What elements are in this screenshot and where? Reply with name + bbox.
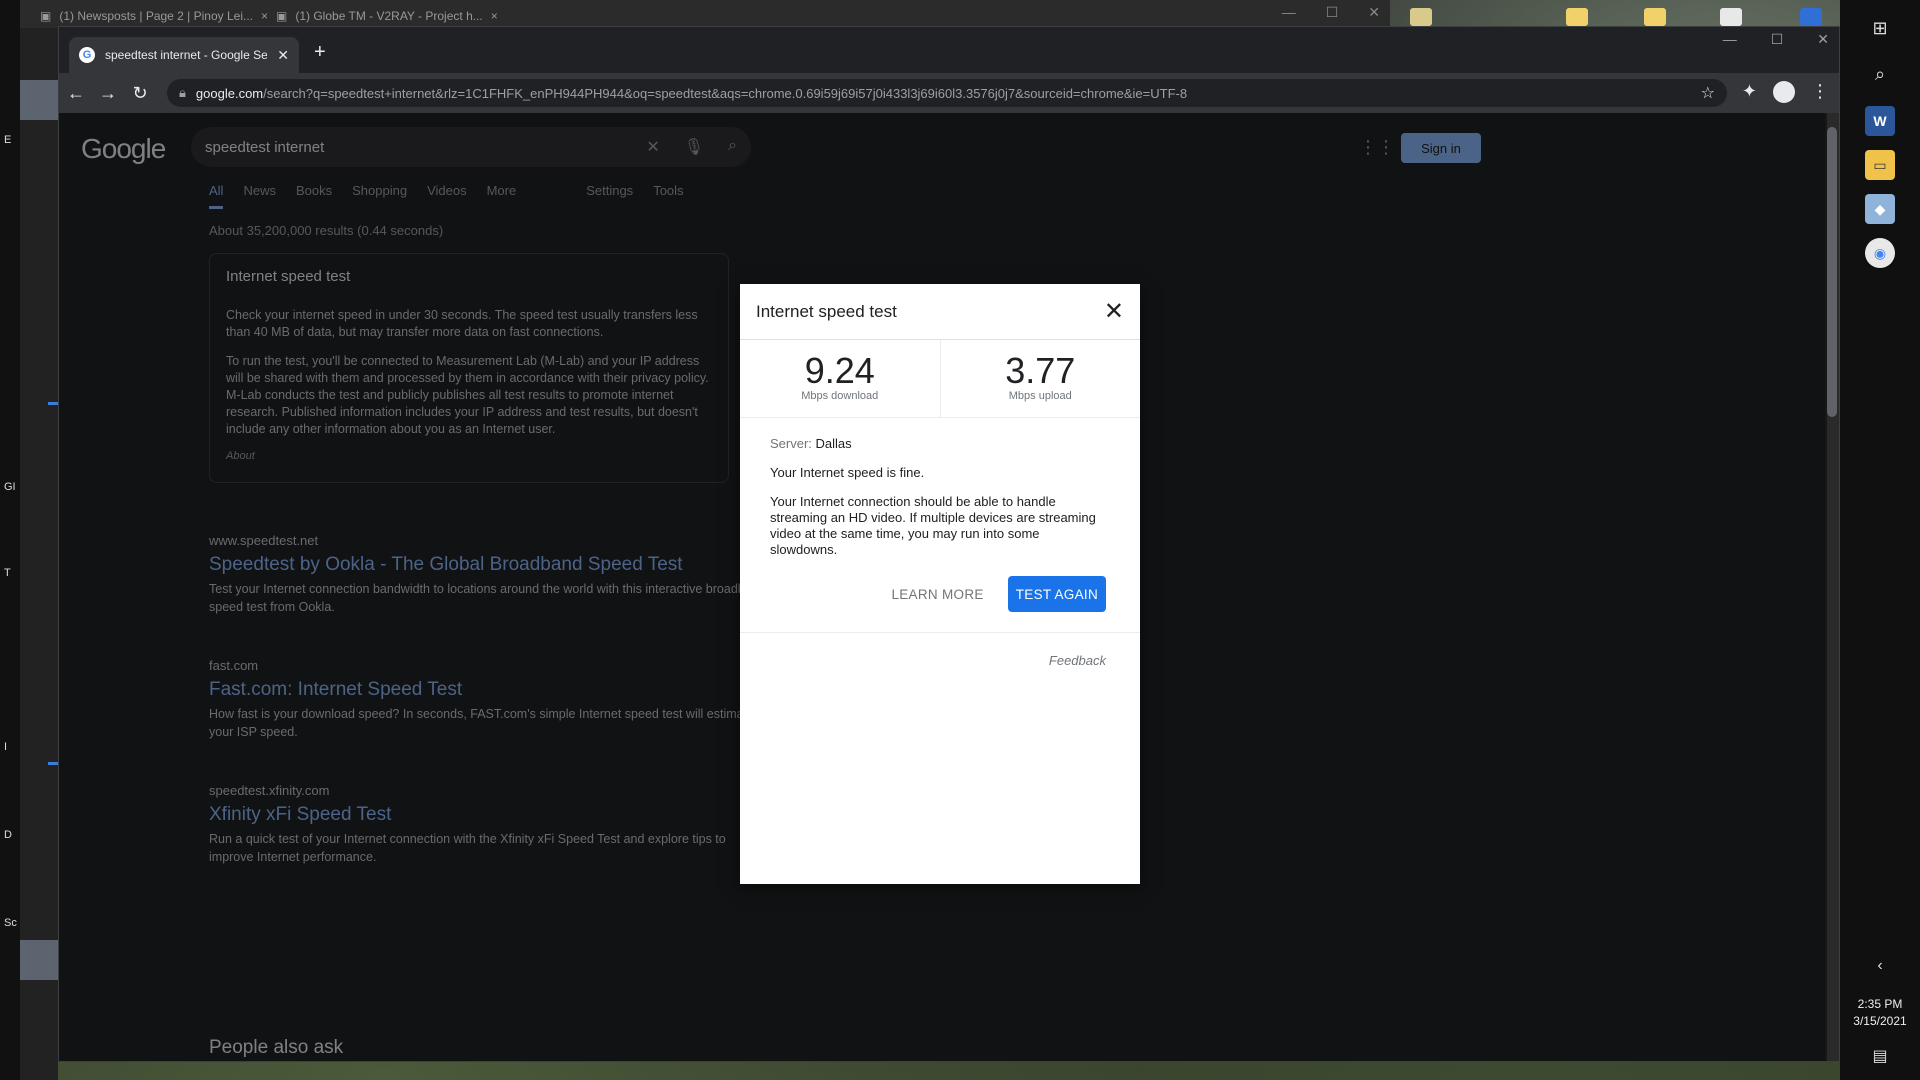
- desktop-file-icon[interactable]: [1720, 8, 1742, 26]
- tab-favicon-icon: ▣: [40, 9, 52, 23]
- profile-avatar-icon[interactable]: [1773, 81, 1795, 103]
- extensions-icon[interactable]: ✦: [1742, 81, 1757, 103]
- upload-unit: Mbps upload: [1008, 390, 1072, 402]
- background-indicator: [48, 762, 58, 765]
- upload-value: 3.77: [1005, 350, 1076, 391]
- close-icon[interactable]: ✕: [1104, 299, 1124, 324]
- desktop-folder-icon[interactable]: [1410, 8, 1432, 26]
- test-again-button[interactable]: TEST AGAIN: [1007, 576, 1106, 612]
- maximize-icon[interactable]: ☐: [1771, 31, 1784, 48]
- search-icon[interactable]: ⌕: [1862, 56, 1898, 92]
- dialog-title: Internet speed test: [756, 301, 897, 321]
- page-scrollbar[interactable]: [1825, 113, 1839, 1061]
- desktop-label: E: [4, 134, 12, 146]
- background-tab-title: (1) Newsposts | Page 2 | Pinoy Lei...: [59, 9, 254, 23]
- background-window-panel: [20, 940, 58, 980]
- maximize-icon[interactable]: ☐: [1326, 4, 1339, 21]
- background-tab[interactable]: ▣ (1) Newsposts | Page 2 | Pinoy Lei... …: [40, 6, 268, 26]
- server-label: Server:: [770, 436, 812, 451]
- close-icon[interactable]: ✕: [277, 47, 289, 64]
- desktop-folder-icon[interactable]: [1644, 8, 1666, 26]
- desktop-folder-icon[interactable]: [1566, 8, 1588, 26]
- desktop-label: GI: [4, 481, 16, 493]
- background-window-controls: — ☐ ✕: [1282, 4, 1380, 21]
- desktop-label: Sc: [4, 917, 17, 929]
- server-name: Dallas: [815, 436, 852, 451]
- toolbar-actions: ✦ ⋮: [1742, 81, 1829, 103]
- url-path: /search?q=speedtest+internet&rlz=1C1FHFK…: [263, 85, 1188, 101]
- tab-favicon-icon: ▣: [276, 9, 288, 23]
- desktop-folder-icon[interactable]: [1800, 8, 1822, 26]
- server-info: Server: Dallas: [770, 436, 1110, 451]
- upload-metric: 3.77 Mbps upload: [939, 340, 1141, 417]
- desktop-label: D: [4, 829, 12, 841]
- back-icon[interactable]: ←: [61, 83, 91, 104]
- file-explorer-icon[interactable]: ▭: [1865, 150, 1895, 180]
- close-icon[interactable]: ×: [261, 9, 268, 23]
- scrollbar-thumb[interactable]: [1827, 127, 1837, 417]
- menu-kebab-icon[interactable]: ⋮: [1811, 81, 1829, 103]
- reload-icon[interactable]: ↻: [125, 83, 155, 104]
- background-tab-title: (1) Globe TM - V2RAY - Project h...: [295, 9, 483, 23]
- dialog-body: Server: Dallas Your Internet speed is fi…: [740, 418, 1140, 558]
- background-browser-window[interactable]: ▣ (1) Newsposts | Page 2 | Pinoy Lei... …: [20, 0, 1390, 28]
- forward-icon[interactable]: →: [93, 83, 123, 104]
- clock-date: 3/15/2021: [1853, 1014, 1907, 1028]
- close-icon[interactable]: ✕: [1817, 31, 1829, 48]
- windows-start-icon[interactable]: ⊞: [1862, 10, 1898, 46]
- download-unit: Mbps download: [801, 390, 879, 402]
- clock-time: 2:35 PM: [1857, 997, 1903, 1011]
- app-icon[interactable]: ◆: [1865, 194, 1895, 224]
- browser-tab-active[interactable]: G speedtest internet - Google Search ✕: [69, 37, 299, 73]
- minimize-icon[interactable]: —: [1723, 31, 1737, 48]
- new-tab-icon[interactable]: +: [314, 41, 326, 64]
- background-indicator: [48, 402, 58, 405]
- notification-icon[interactable]: ▤: [1872, 1046, 1887, 1066]
- address-bar[interactable]: 🔒︎ google.com/search?q=speedtest+interne…: [167, 79, 1727, 107]
- speed-verdict: Your Internet speed is fine.: [770, 465, 925, 480]
- tab-strip: G speedtest internet - Google Search ✕ +…: [59, 27, 1839, 73]
- background-window-body: [20, 28, 58, 1080]
- desktop-label: T: [4, 567, 11, 579]
- tab-title: speedtest internet - Google Search: [105, 48, 268, 62]
- dialog-actions: LEARN MORE TEST AGAIN: [740, 558, 1140, 612]
- windows-taskbar: ⊞ ⌕ W ▭ ◆ ◉ ‹ 2:35 PM 3/15/2021 ▤: [1840, 0, 1920, 1080]
- bookmark-star-icon[interactable]: ☆: [1701, 83, 1715, 103]
- minimize-icon[interactable]: —: [1282, 4, 1296, 21]
- speed-details: Your Internet connection should be able …: [770, 494, 1096, 557]
- feedback-link[interactable]: Feedback: [740, 633, 1140, 668]
- chevron-left-icon[interactable]: ‹: [1877, 957, 1882, 975]
- learn-more-button[interactable]: LEARN MORE: [891, 587, 983, 602]
- chrome-app-icon[interactable]: ◉: [1865, 238, 1895, 268]
- taskbar-clock[interactable]: 2:35 PM 3/15/2021: [1840, 996, 1920, 1030]
- download-metric: 9.24 Mbps download: [740, 340, 940, 417]
- desktop-left-edge: E GI T I D Sc: [0, 0, 20, 1080]
- background-window-panel: [20, 80, 58, 120]
- background-tab[interactable]: ▣ (1) Globe TM - V2RAY - Project h... ×: [276, 6, 498, 26]
- speed-test-dialog: Internet speed test ✕ 9.24 Mbps download…: [740, 284, 1140, 884]
- speed-metrics: 9.24 Mbps download 3.77 Mbps upload: [740, 340, 1140, 418]
- google-favicon-icon: G: [79, 47, 95, 63]
- close-icon[interactable]: ×: [491, 9, 498, 23]
- dialog-header: Internet speed test ✕: [740, 284, 1140, 340]
- close-icon[interactable]: ✕: [1368, 4, 1380, 21]
- url-host: google.com: [195, 85, 264, 101]
- download-value: 9.24: [804, 350, 875, 391]
- window-controls: — ☐ ✕: [1723, 31, 1829, 48]
- desktop-label: I: [4, 741, 8, 753]
- browser-toolbar: ← → ↻ 🔒︎ google.com/search?q=speedtest+i…: [59, 73, 1839, 113]
- word-app-icon[interactable]: W: [1865, 106, 1895, 136]
- lock-icon[interactable]: 🔒︎: [179, 85, 186, 101]
